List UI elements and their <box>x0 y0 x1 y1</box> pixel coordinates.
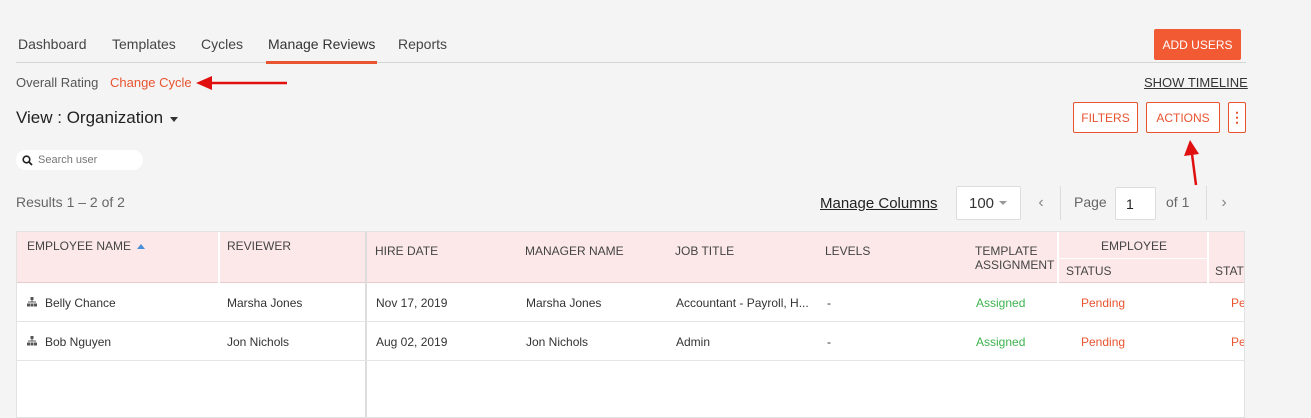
annotation-arrow-actions <box>1184 140 1199 186</box>
annotation-arrow-change-cycle <box>196 76 287 90</box>
annotation-arrows <box>196 76 1199 186</box>
